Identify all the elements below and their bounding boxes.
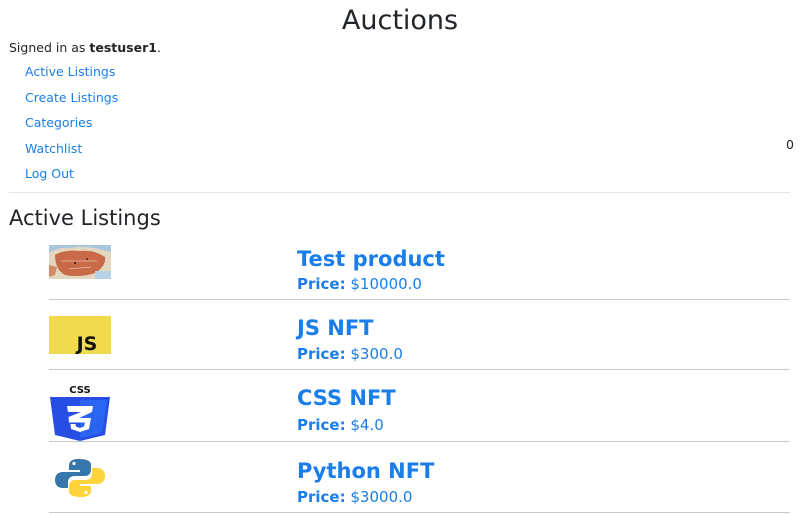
username: testuser1 xyxy=(89,40,157,55)
listing-item: Test product Price: $10000.0 xyxy=(49,244,790,300)
css-logo-image[interactable]: CSS xyxy=(49,383,111,441)
listing-title[interactable]: Test product xyxy=(297,246,445,272)
listing-item: Python NFT Price: $3000.0 xyxy=(49,455,790,513)
python-logo-image[interactable] xyxy=(49,458,111,498)
listing-price: Price: $3000.0 xyxy=(297,488,412,506)
listing-title[interactable]: Python NFT xyxy=(297,458,434,484)
page-title: Auctions xyxy=(341,5,459,36)
nav-item-watchlist: Watchlist xyxy=(25,138,118,164)
svg-text:JS: JS xyxy=(75,333,98,354)
listing-divider xyxy=(49,369,790,370)
nav-link-create-listings[interactable]: Create Listings xyxy=(25,90,118,105)
price-label: Price: xyxy=(297,416,346,434)
listing-divider xyxy=(49,512,790,513)
listing-price: Price: $4.0 xyxy=(297,416,384,434)
nav-link-log-out[interactable]: Log Out xyxy=(25,166,74,181)
signed-in-status: Signed in as testuser1. xyxy=(9,40,161,56)
price-label: Price: xyxy=(297,345,346,363)
price-label: Price: xyxy=(297,275,346,293)
nav-item-active-listings: Active Listings xyxy=(25,61,118,87)
nav-item-create-listings: Create Listings xyxy=(25,87,118,113)
main-nav: Active Listings Create Listings Categori… xyxy=(25,61,118,189)
listing-item: JS JS NFT Price: $300.0 xyxy=(49,313,790,370)
listing-title[interactable]: CSS NFT xyxy=(297,385,396,411)
nav-item-categories: Categories xyxy=(25,112,118,138)
signed-in-suffix: . xyxy=(156,40,161,55)
js-logo-image[interactable]: JS xyxy=(49,316,111,355)
map-thumbnail-image[interactable] xyxy=(49,245,111,279)
listing-divider xyxy=(49,441,790,442)
nav-link-active-listings[interactable]: Active Listings xyxy=(25,64,115,79)
price-value: $3000.0 xyxy=(350,488,413,506)
listing-price: Price: $10000.0 xyxy=(297,275,422,293)
nav-link-categories[interactable]: Categories xyxy=(25,115,92,130)
price-label: Price: xyxy=(297,488,346,506)
listing-price: Price: $300.0 xyxy=(297,345,403,363)
signed-in-prefix: Signed in as xyxy=(9,40,90,55)
svg-text:CSS: CSS xyxy=(69,385,90,396)
listing-title[interactable]: JS NFT xyxy=(297,315,374,341)
nav-item-log-out: Log Out xyxy=(25,163,118,189)
nav-link-watchlist[interactable]: Watchlist xyxy=(25,141,82,156)
listing-divider xyxy=(49,299,790,300)
section-title: Active Listings xyxy=(9,206,161,230)
listing-item: CSS CSS NFT Price: $4.0 xyxy=(49,383,790,442)
watchlist-count: 0 xyxy=(786,137,794,152)
price-value: $10000.0 xyxy=(350,275,422,293)
price-value: $300.0 xyxy=(350,345,403,363)
header-divider xyxy=(9,192,790,193)
price-value: $4.0 xyxy=(350,416,384,434)
